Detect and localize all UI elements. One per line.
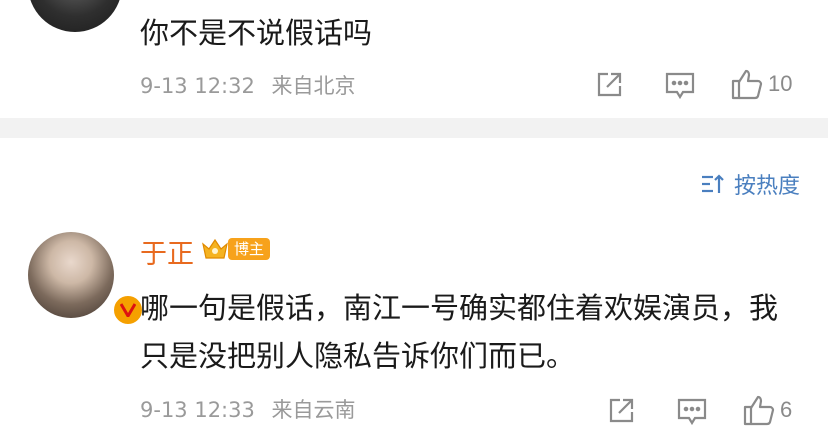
comment-location: 来自云南 [271,398,356,422]
reply-button[interactable] [664,70,696,100]
comment-icon [677,398,707,426]
reply-button[interactable] [676,396,708,426]
comment-icon [665,72,695,100]
thumbs-up-icon [731,69,763,100]
share-icon [597,72,622,97]
comment-meta: 9-13 12:32 来自北京 [140,70,356,100]
crown-icon [202,238,228,259]
comment-date: 9-13 12:33 [140,398,255,422]
share-button[interactable] [606,396,636,426]
sort-label: 按热度 [733,174,800,199]
share-button[interactable] [594,70,624,100]
comment-meta: 9-13 12:33 来自云南 [140,394,356,424]
avatar[interactable] [28,0,122,32]
like-count: 6 [780,397,793,422]
comment-item: 你不是不说假话吗 9-13 12:32 来自北京 10 [0,0,828,118]
avatar[interactable] [28,232,144,326]
comment-text: 你不是不说假话吗 [140,16,373,50]
comment-date: 9-13 12:32 [140,74,255,98]
sort-icon [701,174,724,193]
sort-toggle[interactable]: 按热度 [700,168,800,200]
like-count: 10 [768,71,793,96]
like-button[interactable]: 6 [742,393,792,427]
share-icon [609,398,634,423]
section-divider [0,118,828,138]
username[interactable]: 于正 [140,232,194,271]
comment-location: 来自北京 [271,74,356,98]
thumbs-up-icon [743,395,775,426]
like-button[interactable]: 10 [730,67,792,101]
comment-item: 于正 博主 哪一句是假话，南江一号确实都住着欢娱演员，我只是没把别人隐私告诉你们… [0,222,828,431]
comment-text: 哪一句是假话，南江一号确实都住着欢娱演员，我只是没把别人隐私告诉你们而已。 [140,291,779,373]
blogger-badge: 博主 [200,236,271,262]
badge-label: 博主 [228,238,271,260]
